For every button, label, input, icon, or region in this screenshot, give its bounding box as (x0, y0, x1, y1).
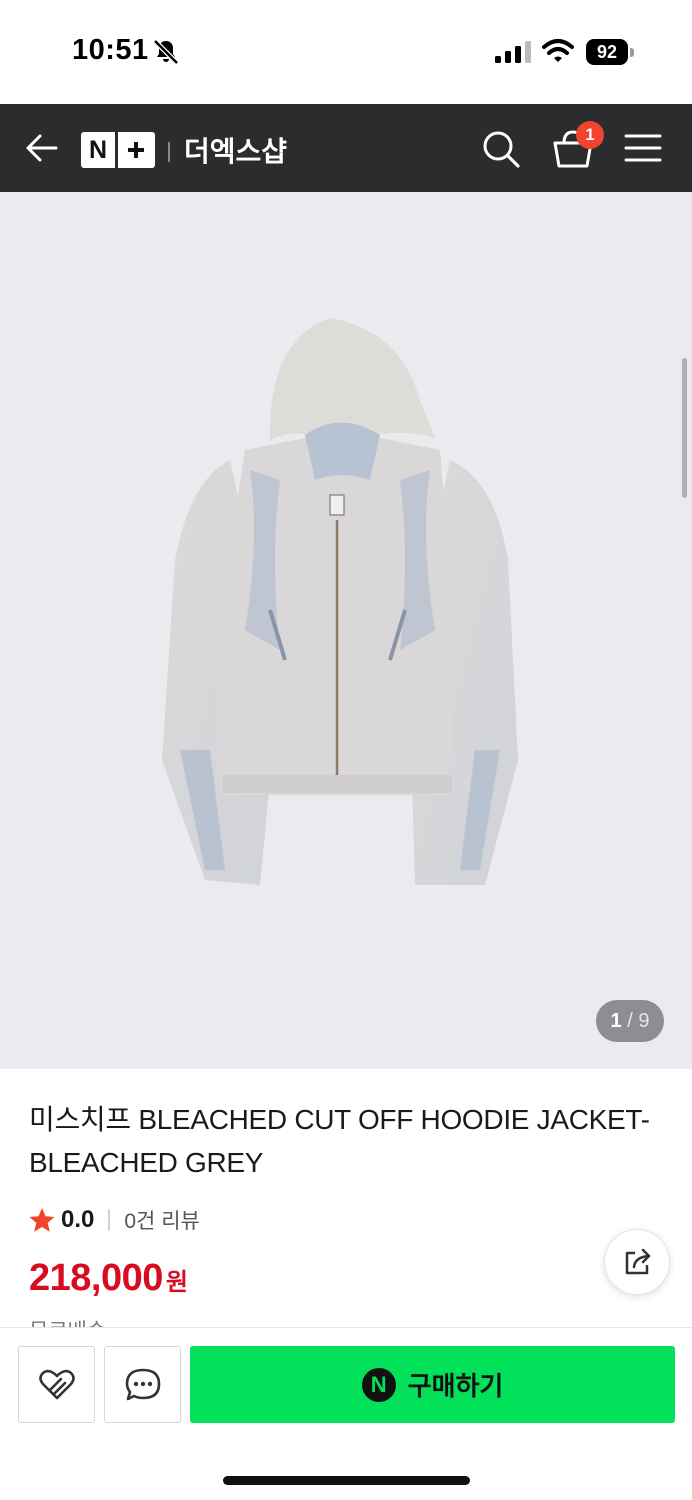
chat-icon (125, 1368, 161, 1401)
price-amount: 218,000 (29, 1257, 163, 1299)
image-counter-separator: / (627, 1010, 633, 1032)
price: 218,000 원 (29, 1257, 188, 1300)
search-icon[interactable] (480, 128, 522, 170)
buy-button[interactable]: N 구매하기 (190, 1346, 675, 1423)
brand-divider (168, 142, 170, 162)
signal-icon (495, 41, 531, 63)
buy-label: 구매하기 (407, 1371, 504, 1401)
logo-plus-icon (118, 132, 155, 168)
wifi-icon (542, 39, 574, 62)
image-counter-total: 9 (638, 1010, 650, 1032)
back-arrow-icon[interactable] (22, 128, 62, 168)
status-time: 10:51 (72, 34, 149, 66)
menu-icon[interactable] (624, 132, 662, 164)
nplus-logo[interactable]: N (81, 132, 155, 168)
scrollbar-thumb[interactable] (682, 358, 687, 498)
product-title: 미스치프 BLEACHED CUT OFF HOODIE JACKET-BLEA… (29, 1104, 650, 1178)
review-count[interactable]: 0건 리뷰 (124, 1205, 199, 1235)
product-image[interactable] (150, 310, 530, 910)
status-bar: 10:51 92 (0, 0, 692, 104)
price-currency: 원 (165, 1269, 188, 1296)
share-icon (625, 1248, 651, 1275)
naver-pay-icon: N (361, 1367, 396, 1402)
product-gallery[interactable] (0, 192, 692, 1069)
image-counter-current: 1 (610, 1010, 622, 1032)
bottom-action-bar: N 구매하기 (0, 1327, 692, 1500)
rating-value: 0.0 (61, 1206, 95, 1233)
brand-name[interactable]: 더엑스샵 (184, 130, 287, 170)
image-counter: 1 / 9 (596, 1000, 664, 1042)
cart-count-badge: 1 (576, 121, 604, 149)
share-button[interactable] (604, 1229, 670, 1295)
battery-icon: 92 (586, 39, 634, 65)
heart-icon (39, 1369, 75, 1400)
logo-n: N (81, 132, 118, 168)
bell-off-icon (153, 39, 179, 65)
battery-level: 92 (586, 39, 628, 65)
star-icon (29, 1208, 55, 1232)
wishlist-button[interactable] (18, 1346, 95, 1423)
rating-divider (108, 1209, 111, 1231)
home-indicator[interactable] (223, 1476, 470, 1485)
talk-button[interactable] (104, 1346, 181, 1423)
rating-row[interactable]: 0.0 0건 리뷰 (29, 1204, 200, 1236)
